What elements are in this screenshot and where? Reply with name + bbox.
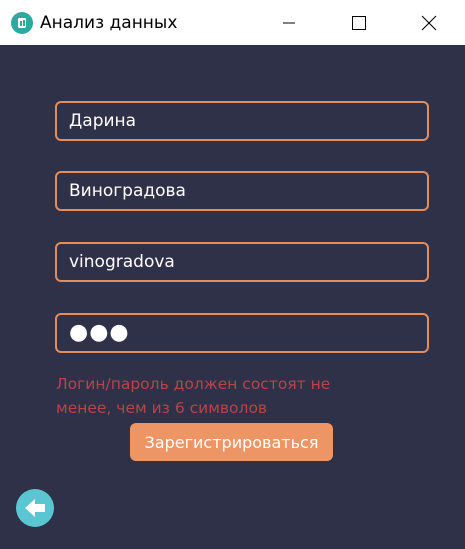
first-name-value: Дарина — [69, 111, 137, 131]
last-name-value: Виноградова — [69, 181, 186, 201]
first-name-input[interactable]: Дарина — [55, 101, 429, 141]
minimize-icon — [283, 22, 295, 23]
app-chart-icon — [11, 12, 33, 34]
password-input[interactable]: ●●● — [55, 313, 429, 353]
last-name-input[interactable]: Виноградова — [55, 171, 429, 211]
error-message: Логин/пароль должен состоят не менее, че… — [56, 375, 331, 417]
window-title: Анализ данных — [40, 13, 178, 33]
password-mask: ●●● — [69, 320, 130, 345]
title-bar: Анализ данных — [0, 0, 465, 45]
register-button[interactable]: Зарегистрироваться — [130, 423, 333, 461]
login-input[interactable]: vinogradova — [55, 242, 429, 282]
arrow-left-icon — [25, 499, 45, 517]
close-icon — [421, 15, 437, 30]
close-button[interactable] — [406, 0, 452, 45]
login-value: vinogradova — [69, 252, 175, 272]
back-button[interactable] — [16, 489, 54, 527]
maximize-button[interactable] — [336, 0, 382, 45]
minimize-button[interactable] — [266, 0, 312, 45]
maximize-icon — [352, 15, 366, 30]
